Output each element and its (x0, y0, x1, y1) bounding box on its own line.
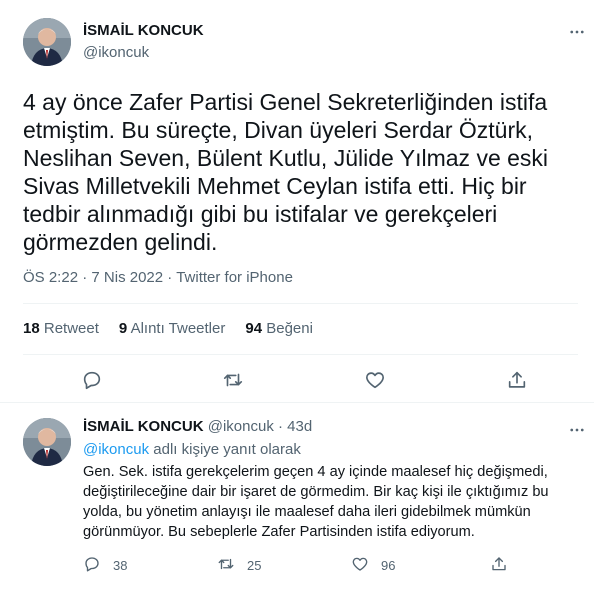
author-handle[interactable]: @ikoncuk (83, 44, 149, 61)
reply-header: İSMAİL KONCUK @ikoncuk · 43d (83, 418, 312, 435)
heart-icon[interactable] (351, 555, 369, 576)
quotes-stat[interactable]: 9 Alıntı Tweetler (119, 320, 225, 337)
author-avatar[interactable] (23, 18, 71, 66)
reply-more-icon[interactable] (565, 418, 589, 442)
reply-reply-count: 38 (113, 558, 128, 573)
share-icon[interactable] (490, 555, 508, 576)
more-icon[interactable] (565, 20, 589, 44)
meta-separator: · (167, 269, 173, 286)
divider (23, 303, 578, 304)
tweet-meta: ÖS 2:22 · 7 Nis 2022 · Twitter for iPhon… (23, 269, 293, 286)
reply-retweet-count: 25 (247, 558, 262, 573)
replying-suffix: adlı kişiye yanıt olarak (149, 441, 301, 458)
tweet-source[interactable]: Twitter for iPhone (176, 269, 293, 286)
tweet-stats: 18 Retweet 9 Alıntı Tweetler 94 Beğeni (23, 320, 313, 337)
divider (23, 354, 578, 355)
reply-actions: 38 25 96 (0, 555, 594, 575)
reply-time[interactable]: 43d (287, 418, 312, 435)
retweet-icon[interactable] (217, 555, 235, 576)
retweets-count: 18 (23, 320, 40, 337)
likes-count: 94 (245, 320, 263, 337)
reply-author-avatar[interactable] (23, 418, 71, 466)
meta-separator: · (82, 269, 88, 286)
reply-like-count: 96 (381, 558, 396, 573)
reply-retweet-button[interactable]: 25 (217, 555, 261, 576)
tweet-date[interactable]: 7 Nis 2022 (91, 269, 163, 286)
retweets-stat[interactable]: 18 Retweet (23, 320, 99, 337)
likes-label: Beğeni (266, 320, 313, 337)
share-icon[interactable] (505, 368, 529, 392)
reply-reply-button[interactable]: 38 (83, 555, 127, 576)
reply-icon[interactable] (80, 368, 104, 392)
retweets-label: Retweet (43, 320, 99, 337)
author-name[interactable]: İSMAİL KONCUK (83, 22, 204, 39)
tweet-actions (0, 368, 594, 394)
reply-like-button[interactable]: 96 (351, 555, 395, 576)
replying-to: @ikoncuk adlı kişiye yanıt olarak (83, 441, 301, 458)
quotes-label: Alıntı Tweetler (130, 320, 226, 337)
divider (0, 402, 594, 403)
reply-author-handle[interactable]: @ikoncuk (208, 418, 274, 435)
tweet-text: 4 ay önce Zafer Partisi Genel Sekreterli… (23, 89, 549, 255)
reply-author-name[interactable]: İSMAİL KONCUK (83, 418, 204, 435)
reply-icon[interactable] (83, 555, 101, 576)
tweet-time[interactable]: ÖS 2:22 (23, 269, 78, 286)
replying-mention[interactable]: @ikoncuk (83, 441, 149, 458)
reply-share-button[interactable] (490, 555, 508, 576)
likes-stat[interactable]: 94 Beğeni (245, 320, 313, 337)
heart-icon[interactable] (363, 368, 387, 392)
reply-text: Gen. Sek. istifa gerekçelerim geçen 4 ay… (83, 464, 549, 540)
reply-separator: · (278, 418, 283, 435)
quotes-count: 9 (118, 320, 128, 337)
retweet-icon[interactable] (221, 368, 245, 392)
